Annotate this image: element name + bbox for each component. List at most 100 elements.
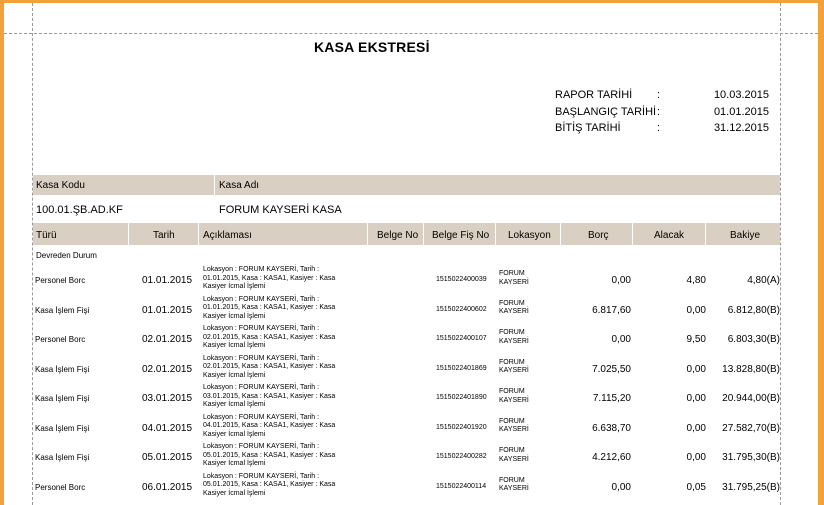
aciklama-line: Kasiyer İcmal İşlemi	[203, 430, 266, 438]
cell-bakiye: 27.582,70(B)	[722, 422, 780, 434]
cell-borc: 6.817,60	[592, 304, 631, 316]
aciklama-line: 04.01.2015, Kasa : KASA1, Kasiyer : Kasa	[203, 422, 336, 429]
cell-tarih: 03.01.2015	[142, 393, 193, 404]
aciklama-line: 03.01.2015, Kasa : KASA1, Kasiyer : Kasa	[203, 392, 336, 400]
aciklama-line: Kasiyer İcmal İşlemi	[203, 460, 266, 467]
lokasyon-line: KAYSERİ	[499, 485, 529, 492]
aciklama-line: 05.01.2015, Kasa : KASA1, Kasiyer : Kasa	[203, 481, 336, 488]
cell-tarih: 01.01.2015	[142, 304, 193, 316]
cell-bakiye: 6.812,80(B)	[727, 304, 780, 316]
aciklama-line: Lokasyon : FORUM KAYSERİ, Tarih :	[203, 266, 320, 273]
column-separator	[560, 223, 561, 245]
kasa-name-label: Kasa Adı	[219, 180, 260, 191]
cell-lokasyon: FORUM KAYSERİ	[499, 388, 539, 405]
meta-value: 31.12.2015	[713, 122, 769, 134]
column-separator	[705, 223, 706, 245]
page-margin-right	[780, 3, 781, 505]
cell-bakiye: 31.795,25(B)	[722, 481, 780, 493]
col-turu: Türü	[36, 230, 57, 241]
aciklama-line: Kasiyer İcmal İşlemi	[203, 312, 266, 320]
lokasyon-line: FORUM	[499, 388, 525, 395]
cell-alacak: 0,00	[686, 452, 706, 463]
cell-borc: 0,00	[611, 334, 631, 345]
lokasyon-line: KAYSERİ	[499, 396, 529, 404]
lokasyon-line: FORUM	[499, 358, 525, 366]
meta-value: 10.03.2015	[713, 89, 769, 101]
cell-aciklama: Lokasyon : FORUM KAYSERİ, Tarih :05.01.2…	[203, 443, 363, 469]
cell-belge-fis-no: 1515022400114	[436, 482, 487, 490]
devreden-durum: Devreden Durum	[36, 251, 97, 260]
cell-belge-fis-no: 1515022401890	[436, 394, 487, 401]
cell-belge-fis-no: 1515022401869	[436, 364, 487, 372]
cell-turu: Kasa İşlem Fişi	[35, 305, 90, 315]
lokasyon-line: FORUM	[499, 417, 525, 425]
aciklama-line: 01.01.2015, Kasa : KASA1, Kasiyer : Kasa	[203, 304, 336, 311]
lokasyon-line: FORUM	[499, 329, 525, 336]
cell-aciklama: Lokasyon : FORUM KAYSERİ, Tarih :05.01.2…	[203, 473, 363, 499]
report-title: KASA EKSTRESİ	[314, 39, 430, 55]
cell-belge-fis-no: 1515022400602	[436, 305, 487, 313]
cell-lokasyon: FORUM KAYSERİ	[499, 477, 539, 494]
column-separator	[367, 223, 368, 245]
cell-borc: 7.025,50	[592, 363, 631, 375]
window-border-right	[818, 0, 824, 505]
kasa-header: Kasa Kodu Kasa Adı	[33, 175, 780, 195]
aciklama-line: Kasiyer İcmal İşlemi	[203, 283, 266, 290]
aciklama-line: Lokasyon : FORUM KAYSERİ, Tarih :	[203, 295, 320, 303]
cell-aciklama: Lokasyon : FORUM KAYSERİ, Tarih :02.01.2…	[203, 355, 363, 381]
aciklama-line: Lokasyon : FORUM KAYSERİ, Tarih :	[203, 354, 320, 362]
cell-alacak: 0,00	[686, 393, 706, 404]
cell-bakiye: 6.803,30(B)	[727, 334, 780, 345]
cell-tarih: 02.01.2015	[142, 363, 193, 375]
cell-borc: 0,00	[611, 275, 631, 286]
lokasyon-line: FORUM	[499, 299, 525, 307]
cell-alacak: 4,80	[686, 275, 706, 286]
cell-belge-fis-no: 1515022400107	[436, 335, 487, 342]
kasa-name: FORUM KAYSERİ KASA	[219, 204, 342, 216]
kasa-code-label: Kasa Kodu	[36, 180, 85, 191]
cell-aciklama: Lokasyon : FORUM KAYSERİ, Tarih :02.01.2…	[203, 325, 363, 351]
kasa-code: 100.01.ŞB.AD.KF	[36, 204, 123, 216]
cell-lokasyon: FORUM KAYSERİ	[499, 300, 539, 317]
table-row: Personel Borc 02.01.2015 Lokasyon : FORUM …	[33, 325, 780, 354]
cell-turu: Personel Borc	[35, 276, 86, 285]
table-row: Personel Borc 06.01.2015 Lokasyon : FORUM …	[33, 473, 780, 502]
cell-alacak: 9,50	[686, 334, 706, 345]
cell-turu: Kasa İşlem Fişi	[35, 453, 90, 462]
aciklama-line: 01.01.2015, Kasa : KASA1, Kasiyer : Kasa	[203, 274, 336, 282]
col-bakiye: Bakiye	[730, 230, 761, 241]
cell-turu: Kasa İşlem Fişi	[35, 364, 90, 374]
lokasyon-line: KAYSERİ	[499, 278, 529, 286]
cell-belge-fis-no: 1515022401920	[436, 423, 487, 431]
cell-bakiye: 4,80(A)	[747, 275, 780, 286]
table-row: Kasa İşlem Fişi 04.01.2015 Lokasyon : FORU…	[33, 414, 780, 443]
col-alacak: Alacak	[654, 230, 685, 241]
col-borc: Borç	[588, 230, 609, 241]
cell-borc: 0,00	[611, 481, 631, 493]
header-separator	[214, 175, 215, 195]
cell-borc: 4.212,60	[592, 452, 631, 463]
lokasyon-line: FORUM	[499, 447, 525, 454]
cell-alacak: 0,00	[686, 422, 706, 434]
meta-colon: :	[657, 106, 661, 118]
aciklama-line: Kasiyer İcmal İşlemi	[203, 489, 266, 497]
table-row: Kasa İşlem Fişi 01.01.2015 Lokasyon : FORU…	[33, 296, 780, 325]
cell-tarih: 05.01.2015	[142, 452, 193, 463]
cell-tarih: 01.01.2015	[142, 275, 193, 286]
lokasyon-line: KAYSERİ	[499, 337, 529, 345]
cell-lokasyon: FORUM KAYSERİ	[499, 270, 539, 287]
cell-turu: Kasa İşlem Fişi	[35, 423, 90, 433]
cell-tarih: 06.01.2015	[142, 481, 193, 493]
aciklama-line: 02.01.2015, Kasa : KASA1, Kasiyer : Kasa	[203, 333, 336, 341]
cell-belge-fis-no: 1515022400282	[436, 453, 487, 460]
table-row: Kasa İşlem Fişi 02.01.2015 Lokasyon : FORU…	[33, 355, 780, 384]
page-margin-top	[4, 33, 818, 34]
cell-lokasyon: FORUM KAYSERİ	[499, 329, 539, 346]
table-row: Kasa İşlem Fişi 03.01.2015 Lokasyon : FORU…	[33, 384, 780, 413]
col-belge-fis-no: Belge Fiş No	[432, 230, 490, 241]
column-separator	[128, 223, 129, 245]
lokasyon-line: FORUM	[499, 270, 525, 277]
cell-aciklama: Lokasyon : FORUM KAYSERİ, Tarih :04.01.2…	[203, 414, 363, 440]
column-separator	[632, 223, 633, 245]
lokasyon-line: KAYSERİ	[499, 367, 529, 374]
